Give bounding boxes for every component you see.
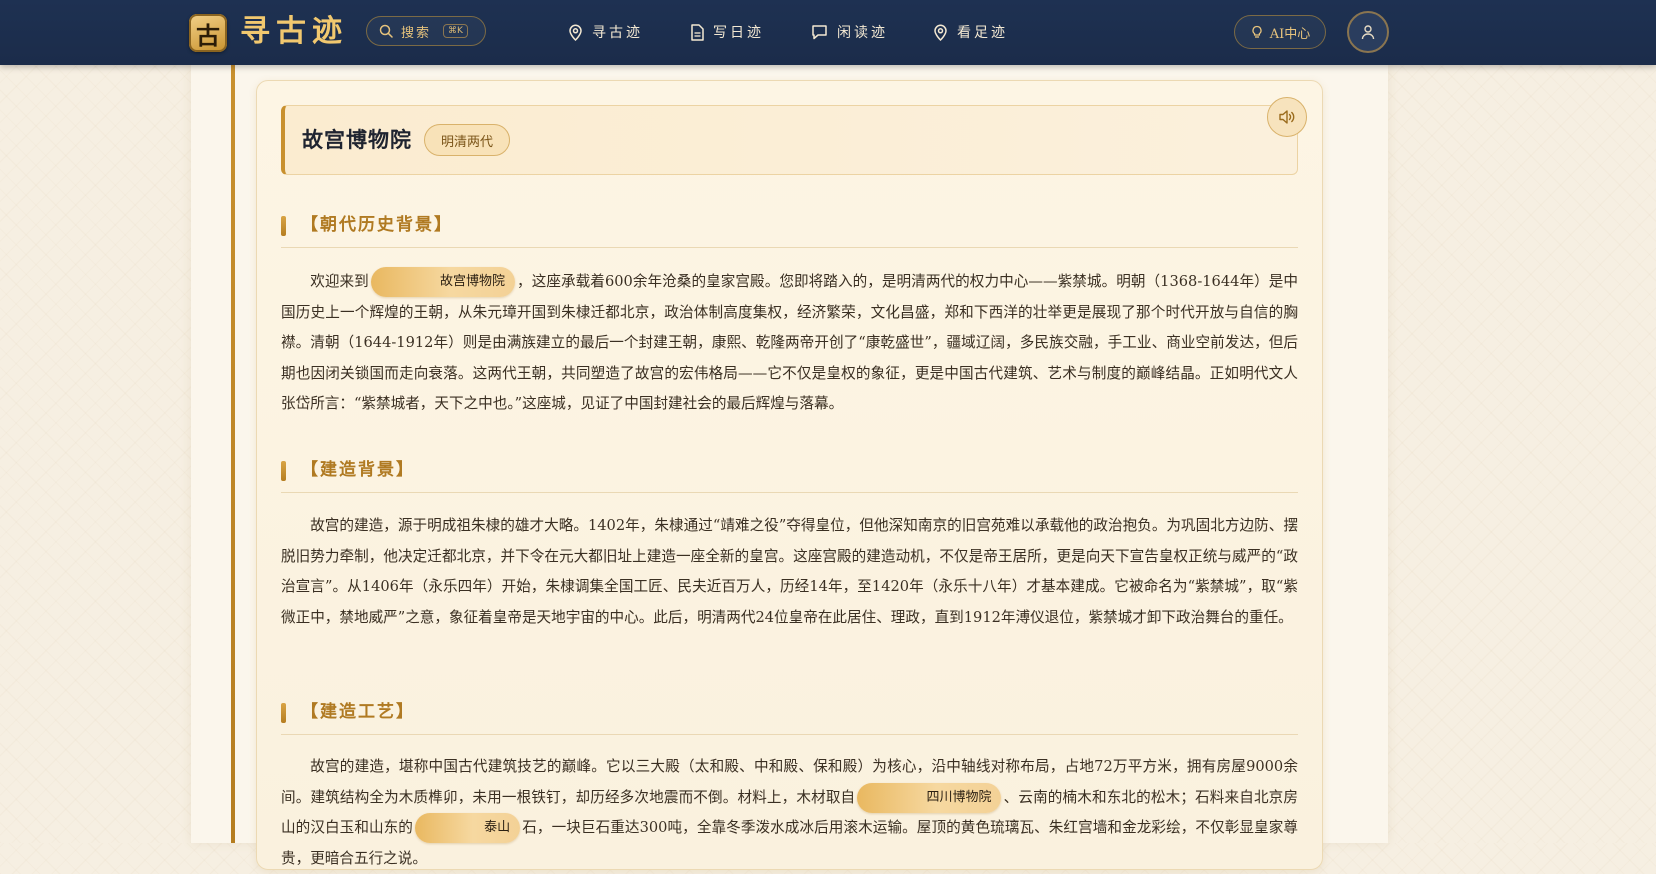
section-marker xyxy=(281,703,286,723)
section-paragraph: 故宫的建造，堪称中国古代建筑技艺的巅峰。它以三大殿（太和殿、中和殿、保和殿）为核… xyxy=(281,758,1298,867)
ai-center-label: AI中心 xyxy=(1269,26,1311,42)
location-pin-icon xyxy=(934,24,947,41)
search-shortcut: ⌘K xyxy=(443,24,468,38)
nav-link-label: 寻古迹 xyxy=(592,25,643,41)
section-title: 【建造工艺】 xyxy=(301,702,415,722)
nav-link-seek[interactable]: 寻古迹 xyxy=(568,20,643,44)
section-title: 【建造背景】 xyxy=(301,460,415,480)
era-badge: 明清两代 xyxy=(424,124,510,156)
article-title: 故宫博物院 xyxy=(302,127,412,152)
speaker-icon xyxy=(1279,110,1295,124)
nav-link-journal[interactable]: 写日迹 xyxy=(690,20,764,44)
nav-link-label: 闲读迹 xyxy=(837,25,888,41)
place-tag-sichuan-museum[interactable]: 四川博物院 xyxy=(857,782,1002,813)
logo-icon[interactable]: 古 xyxy=(189,14,227,52)
section-title: 【朝代历史背景】 xyxy=(301,215,453,235)
audio-play-button[interactable] xyxy=(1267,97,1307,137)
section-marker xyxy=(281,216,286,236)
section-marker xyxy=(281,461,286,481)
top-navbar: 古 寻古迹 搜索 ⌘K 寻古迹 写日迹 闲读迹 看足迹 AI中心 xyxy=(0,0,1656,65)
search-icon xyxy=(379,24,393,38)
nav-link-label: 写日迹 xyxy=(713,25,764,41)
section-heading: 【朝代历史背景】 xyxy=(281,210,1298,236)
place-tag-palace-museum[interactable]: 故宫博物院 xyxy=(370,267,515,297)
section-heading: 【建造工艺】 xyxy=(281,697,1298,723)
chat-bubble-icon xyxy=(812,25,827,40)
search-label: 搜索 xyxy=(401,25,432,41)
section-divider xyxy=(281,247,1298,248)
nav-link-footprints[interactable]: 看足迹 xyxy=(933,20,1008,44)
lightbulb-icon xyxy=(1252,25,1262,38)
section-paragraph: 欢迎来到 故宫博物院 ，这座承载着600余年沧桑的皇家宫殿。您即将踏入的，是明清两代… xyxy=(281,267,1298,420)
location-pin-icon xyxy=(569,24,582,41)
section-divider xyxy=(281,734,1298,735)
site-logo-text[interactable]: 寻古迹 xyxy=(240,13,348,51)
ai-center-button[interactable]: AI中心 xyxy=(1234,15,1326,49)
user-icon xyxy=(1361,25,1375,40)
nav-link-read[interactable]: 闲读迹 xyxy=(811,20,888,44)
timeline-spine xyxy=(231,65,235,843)
section-divider xyxy=(281,492,1298,493)
document-icon xyxy=(691,23,704,41)
place-tag-mount-tai[interactable]: 泰山 xyxy=(414,813,521,843)
section-heading: 【建造背景】 xyxy=(281,455,1298,481)
search-button[interactable]: 搜索 ⌘K xyxy=(366,16,486,46)
user-avatar-button[interactable] xyxy=(1347,11,1389,53)
section-paragraph: 故宫的建造，源于明成祖朱棣的雄才大略。1402年，朱棣通过“靖难之役”夺得皇位，… xyxy=(281,517,1298,626)
nav-link-label: 看足迹 xyxy=(957,25,1008,41)
